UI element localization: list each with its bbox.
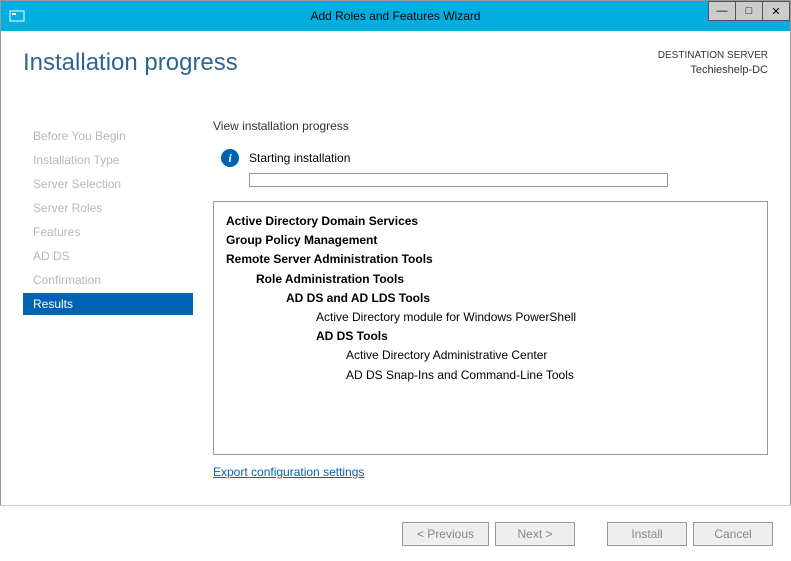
info-icon: i	[221, 149, 239, 167]
export-settings-link[interactable]: Export configuration settings	[213, 465, 364, 479]
progress-bar	[249, 173, 668, 187]
previous-button[interactable]: < Previous	[402, 522, 489, 546]
nav-item-server-roles: Server Roles	[23, 197, 193, 219]
nav-item-features: Features	[23, 221, 193, 243]
feature-item: Active Directory Administrative Center	[226, 346, 755, 365]
window-controls: — □ ✕	[709, 1, 790, 21]
feature-item: Active Directory module for Windows Powe…	[226, 308, 755, 327]
nav-item-confirmation: Confirmation	[23, 269, 193, 291]
close-button[interactable]: ✕	[762, 1, 790, 21]
destination-label: DESTINATION SERVER	[658, 49, 768, 63]
view-progress-label: View installation progress	[213, 119, 768, 133]
minimize-button[interactable]: —	[708, 1, 736, 21]
nav-item-results[interactable]: Results	[23, 293, 193, 315]
content-area: Installation progress DESTINATION SERVER…	[1, 31, 790, 501]
install-button[interactable]: Install	[607, 522, 687, 546]
header-row: Installation progress DESTINATION SERVER…	[23, 49, 768, 109]
nav-item-before-you-begin: Before You Begin	[23, 125, 193, 147]
titlebar: Add Roles and Features Wizard — □ ✕	[1, 1, 790, 31]
feature-item: Active Directory Domain Services	[226, 212, 755, 231]
body-row: Before You BeginInstallation TypeServer …	[23, 119, 768, 479]
footer: < Previous Next > Install Cancel	[0, 505, 791, 561]
nav-item-server-selection: Server Selection	[23, 173, 193, 195]
feature-item: AD DS and AD LDS Tools	[226, 289, 755, 308]
nav-item-installation-type: Installation Type	[23, 149, 193, 171]
destination-server-name: Techieshelp-DC	[658, 63, 768, 78]
maximize-button[interactable]: □	[735, 1, 763, 21]
feature-list-box: Active Directory Domain ServicesGroup Po…	[213, 201, 768, 455]
cancel-button[interactable]: Cancel	[693, 522, 773, 546]
page-title: Installation progress	[23, 49, 238, 77]
wizard-nav: Before You BeginInstallation TypeServer …	[23, 125, 193, 317]
next-button[interactable]: Next >	[495, 522, 575, 546]
feature-item: AD DS Snap-Ins and Command-Line Tools	[226, 366, 755, 385]
window-title: Add Roles and Features Wizard	[1, 9, 790, 23]
status-row: i Starting installation	[213, 149, 768, 167]
feature-item: Remote Server Administration Tools	[226, 250, 755, 269]
feature-item: AD DS Tools	[226, 327, 755, 346]
feature-item: Group Policy Management	[226, 231, 755, 250]
nav-item-ad-ds: AD DS	[23, 245, 193, 267]
main-panel: View installation progress i Starting in…	[193, 119, 768, 479]
destination-server: DESTINATION SERVER Techieshelp-DC	[658, 49, 768, 78]
feature-item: Role Administration Tools	[226, 270, 755, 289]
status-text: Starting installation	[249, 151, 350, 165]
